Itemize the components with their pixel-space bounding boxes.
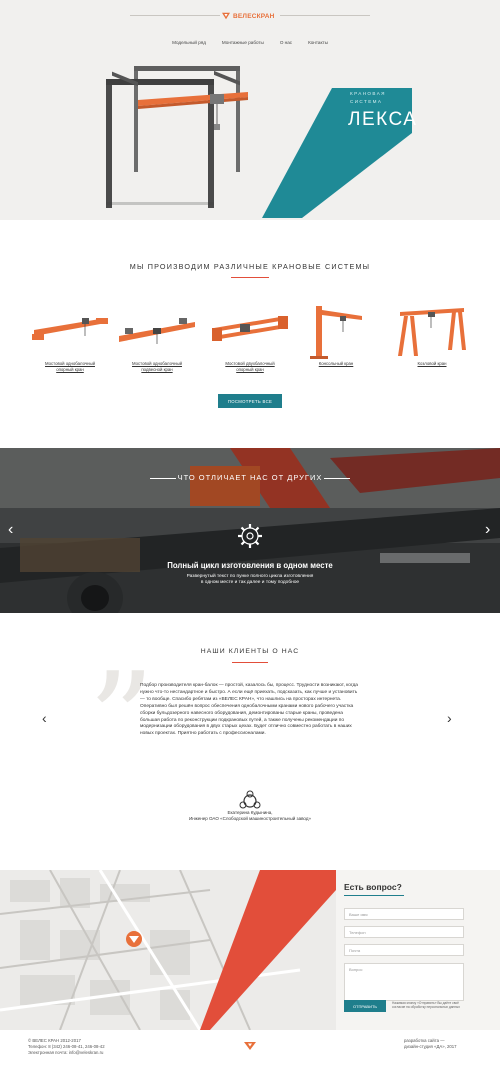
hero-subtitle-2: СИСТЕМА xyxy=(350,99,383,104)
product-card-1[interactable]: Мостовой однобалочный опорный кран xyxy=(30,298,110,378)
reviews-title-underline xyxy=(232,662,268,663)
client-logo xyxy=(239,790,261,809)
footer-email[interactable]: Электронная почта: info@veleskran.ru xyxy=(28,1050,103,1055)
double-girder-overhead-crane-image xyxy=(212,316,288,341)
review-text: Подбор производителя кран-балок — просто… xyxy=(140,683,358,737)
hero-subtitle-1: КРАНОВАЯ xyxy=(350,91,386,96)
single-girder-suspension-crane-image xyxy=(119,318,195,344)
send-button[interactable]: ОТПРАВИТЬ xyxy=(344,1000,386,1012)
logo[interactable]: ВЕЛЕСКРАН xyxy=(222,9,280,23)
products-title: МЫ ПРОИЗВОДИМ РАЗЛИЧНЫЕ КРАНОВЫЕ СИСТЕМЫ xyxy=(129,262,371,271)
product-card-5[interactable]: Козловой кран xyxy=(392,298,472,378)
product-card-2[interactable]: Мостовой однобалочный подвесной кран xyxy=(117,298,197,378)
location-pin-icon[interactable] xyxy=(125,930,143,950)
product-label-1[interactable]: Мостовой однобалочный опорный кран xyxy=(30,361,110,373)
view-all-button[interactable]: ПОСМОТРЕТЬ ВСЕ xyxy=(218,394,282,408)
product-label-2[interactable]: Мостовой однобалочный подвесной кран xyxy=(117,361,197,373)
features-title: ЧТО ОТЛИЧАЕТ НАС ОТ ДРУГИХ xyxy=(177,473,323,482)
logo-mark-icon xyxy=(222,12,230,20)
nav-installation[interactable]: Монтажные работы xyxy=(222,40,264,45)
product-label-4[interactable]: Консольный кран xyxy=(296,361,376,367)
developer-link[interactable]: разработка сайта — xyxy=(404,1038,445,1043)
header-line-left xyxy=(130,15,220,16)
nav-contacts[interactable]: Контакты xyxy=(308,40,328,45)
product-label-5[interactable]: Козловой кран xyxy=(392,361,472,367)
footer-copyright: © ВЕЛЕС КРАН 2012-2017 xyxy=(28,1038,81,1043)
reviewer-position: Инженер ОАО «Слободской машиностроительн… xyxy=(189,816,311,821)
reviewer-name: Екатерина Кудынина, xyxy=(227,810,273,815)
reviews-next-arrow[interactable]: › xyxy=(447,710,452,726)
gantry-crane-image xyxy=(398,308,466,356)
features-text: Развернутый текст по пунке полного цикла… xyxy=(186,574,314,585)
footer-phone: Телефон: 8 (342) 246-08-41, 246-08-42 xyxy=(28,1044,105,1049)
header-line-right xyxy=(280,15,370,16)
hero-teal-banner xyxy=(262,88,412,218)
logo-text: ВЕЛЕСКРАН xyxy=(233,12,275,20)
product-label-3[interactable]: Мостовой двухбалочный опорный кран xyxy=(210,361,290,373)
nav-about[interactable]: О нас xyxy=(280,40,292,45)
footer-logo-icon[interactable] xyxy=(244,1041,256,1051)
single-girder-overhead-crane-image xyxy=(32,318,108,340)
features-prev-arrow[interactable]: ‹ xyxy=(8,522,13,538)
developer-studio: дизайн-студия «ДА», 2017 xyxy=(404,1044,457,1049)
reviews-prev-arrow[interactable]: ‹ xyxy=(42,710,47,726)
features-next-arrow[interactable]: › xyxy=(485,522,490,538)
features-heading: Полный цикл изготовления в одном месте xyxy=(167,561,333,570)
nav-models[interactable]: Модельный ряд xyxy=(172,40,206,45)
phone-field[interactable]: Телефон xyxy=(344,926,464,938)
hero-title: ЛЕКСА xyxy=(348,109,418,130)
gear-icon xyxy=(238,524,262,548)
main-nav: Модельный ряд Монтажные работы О нас Кон… xyxy=(0,40,500,45)
products-title-underline xyxy=(231,277,269,278)
name-field[interactable]: Ваше имя xyxy=(344,908,464,920)
product-card-3[interactable]: Мостовой двухбалочный опорный кран xyxy=(210,298,290,378)
contact-title: Есть вопрос? xyxy=(344,882,402,892)
consent-text: Нажимая кнопку «Отправить» Вы даёте своё… xyxy=(392,1001,460,1009)
message-field[interactable]: Вопрос xyxy=(344,963,464,1001)
footer-info: © ВЕЛЕС КРАН 2012-2017 Телефон: 8 (342) … xyxy=(28,1038,105,1056)
reviews-title: НАШИ КЛИЕНТЫ О НАС xyxy=(200,648,300,655)
footer-developer: разработка сайта — дизайн-студия «ДА», 2… xyxy=(404,1038,457,1050)
crane-frame-illustration xyxy=(106,66,248,208)
contact-title-underline xyxy=(344,895,404,896)
product-card-4[interactable]: Консольный кран xyxy=(296,298,376,378)
jib-crane-image xyxy=(310,306,362,359)
email-field[interactable]: Почта xyxy=(344,944,464,956)
